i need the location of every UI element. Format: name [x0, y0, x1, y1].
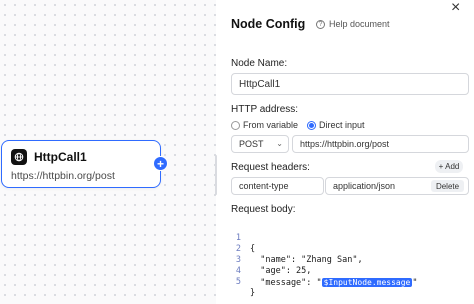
node-title: HttpCall1 — [34, 150, 87, 164]
request-headers-label: Request headers: — [231, 162, 310, 173]
code-text: } — [250, 288, 256, 298]
header-key-input[interactable]: content-type — [231, 177, 324, 195]
chevron-down-icon: ⌄ — [276, 139, 283, 148]
panel-title: Node Config — [231, 17, 306, 31]
address-mode-radio-group: From variable Direct input — [231, 119, 374, 131]
direct-input-radio[interactable] — [307, 120, 317, 130]
panel-header: Node Config — [231, 17, 305, 31]
code-text-with-variable: "message": " $InputNode.message " — [250, 277, 417, 289]
node-name-label: Node Name: — [231, 58, 288, 69]
code-line: 5 } — [231, 266, 262, 298]
header-value-value: application/json — [333, 181, 396, 191]
node-name-input[interactable]: HttpCall1 — [231, 73, 469, 95]
add-header-button[interactable]: + Add — [435, 160, 463, 173]
http-call-node[interactable]: HttpCall1 https://httpbin.org/post — [1, 140, 161, 188]
http-address-label: HTTP address: — [231, 104, 299, 115]
variable-chip[interactable]: $InputNode.message — [321, 278, 413, 287]
delete-header-button[interactable]: Delete — [431, 180, 464, 192]
line-number: 5 — [235, 277, 241, 287]
code-line: 2 "name": "Zhang San", — [231, 233, 363, 265]
help-document-label: Help document — [329, 19, 390, 29]
request-body-editor[interactable]: 1 { 2 "name": "Zhang San", 3 "age": 25, … — [231, 219, 469, 304]
help-icon: ? — [316, 19, 325, 29]
help-document-link[interactable]: ? Help document — [316, 17, 390, 31]
url-value: https://httpbin.org/post — [300, 139, 390, 149]
add-node-button[interactable]: + — [153, 156, 168, 171]
code-text: "name": "Zhang San", — [250, 255, 363, 265]
header-key-value: content-type — [239, 181, 289, 191]
http-method-value: POST — [239, 139, 264, 149]
close-icon[interactable]: × — [451, 0, 460, 16]
node-url: https://httpbin.org/post — [11, 170, 115, 182]
code-line: 3 "age": 25, — [231, 244, 312, 276]
globe-icon — [11, 149, 27, 165]
url-input[interactable]: https://httpbin.org/post — [292, 135, 469, 153]
code-text: " — [412, 278, 418, 288]
from-variable-radio[interactable] — [231, 120, 240, 130]
http-method-select[interactable]: POST ⌄ — [231, 135, 289, 153]
from-variable-label[interactable]: From variable — [243, 120, 298, 130]
request-body-label: Request body: — [231, 204, 296, 215]
code-line: 4 "message": " $InputNode.message " — [231, 255, 418, 288]
direct-input-label[interactable]: Direct input — [319, 120, 365, 130]
node-name-value: HttpCall1 — [239, 78, 281, 90]
node-config-panel: Node Config ? Help document × Node Name:… — [217, 0, 474, 304]
code-line: 1 { — [231, 222, 262, 254]
